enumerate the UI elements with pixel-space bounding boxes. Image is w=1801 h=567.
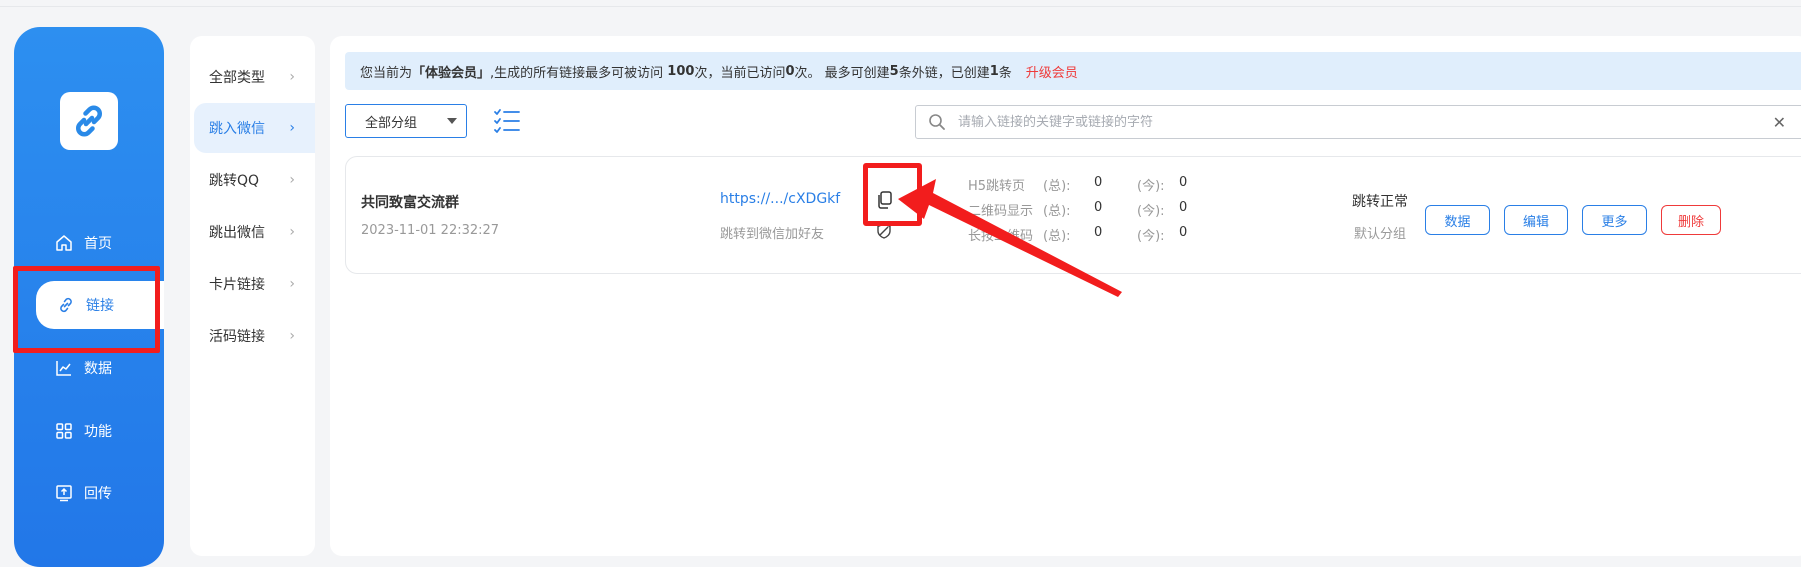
nav-item-label: 首页 (84, 236, 112, 252)
data-button[interactable]: 数据 (1425, 205, 1490, 235)
stat-today-label: (今): (1137, 179, 1165, 194)
chevron-right-icon: › (289, 276, 295, 292)
main-panel: 您当前为 「体验会员」 ,生成的所有链接最多可被访问 100 次，当前已访问 0 次。 最… (330, 36, 1801, 556)
home-icon (54, 233, 74, 253)
subnav-label: 全部类型 (209, 70, 265, 86)
caret-down-icon (447, 118, 457, 124)
subnav-item-qq[interactable]: 跳转QQ › (190, 155, 315, 205)
nav-item-label: 功能 (84, 424, 112, 440)
search-bar: ✕ (915, 105, 1801, 139)
created-count: 1 (989, 63, 999, 79)
notice-text: 条 (998, 65, 1012, 81)
notice-text: 次。 最多可创建 (794, 65, 890, 81)
stat-today-label: (今): (1137, 204, 1165, 219)
group-select[interactable]: 全部分组 (345, 104, 467, 138)
link-group: 默认分组 (1354, 227, 1407, 242)
stat-today-label: (今): (1137, 229, 1165, 244)
highlight-box-links (13, 266, 160, 353)
stat-today-value: 0 (1179, 200, 1188, 215)
notice-text: 次，当前已访问 (694, 65, 786, 81)
chart-icon (54, 358, 74, 378)
search-input[interactable] (956, 113, 1740, 131)
jump-status: 跳转正常 (1352, 194, 1408, 210)
notice-text: ,生成的所有链接最多可被访问 (490, 65, 668, 81)
search-icon (929, 114, 945, 130)
highlight-box-copy (863, 163, 922, 226)
chevron-right-icon: › (289, 172, 295, 188)
link-type-menu: 全部类型 › 跳入微信 › 跳转QQ › 跳出微信 › 卡片链接 › 活码链接 … (190, 36, 315, 556)
link-logo-icon (76, 105, 102, 137)
nav-item-features[interactable]: 功能 (34, 407, 164, 455)
stat-label: 二维码显示 (968, 204, 1034, 219)
stat-label: 长按二维码 (968, 229, 1034, 244)
membership-level: 「体验会员」 (412, 65, 491, 81)
max-links: 5 (889, 63, 899, 79)
stat-total-value: 0 (1094, 200, 1103, 215)
short-link[interactable]: https://.../cXDGkf (720, 191, 840, 207)
notice-text: 条外链，已创建 (898, 65, 990, 81)
app-logo[interactable] (60, 92, 118, 150)
subnav-label: 活码链接 (209, 329, 265, 345)
link-title: 共同致富交流群 (361, 195, 459, 211)
stat-total-value: 0 (1094, 225, 1103, 240)
subnav-label: 跳入微信 (209, 121, 265, 137)
clear-icon[interactable]: ✕ (1773, 113, 1786, 132)
edit-button[interactable]: 编辑 (1504, 205, 1568, 235)
checklist-icon[interactable] (493, 108, 521, 134)
subnav-item-card[interactable]: 卡片链接 › (190, 259, 315, 309)
grid-icon (54, 421, 74, 441)
delete-button[interactable]: 删除 (1661, 205, 1721, 235)
subnav-item-live-code[interactable]: 活码链接 › (190, 311, 315, 361)
subnav-item-out-wechat[interactable]: 跳出微信 › (190, 207, 315, 257)
membership-notice: 您当前为 「体验会员」 ,生成的所有链接最多可被访问 100 次，当前已访问 0 次。 最… (345, 52, 1801, 90)
more-button[interactable]: 更多 (1582, 205, 1647, 235)
stat-total-label: (总): (1043, 229, 1071, 244)
group-select-value: 全部分组 (365, 115, 418, 131)
top-divider (0, 6, 1801, 7)
link-created-date: 2023-11-01 22:32:27 (361, 223, 500, 238)
subnav-item-into-wechat[interactable]: 跳入微信 › (194, 103, 315, 153)
nav-item-label: 数据 (84, 361, 112, 377)
subnav-label: 跳出微信 (209, 225, 265, 241)
stat-total-label: (总): (1043, 204, 1071, 219)
nav-item-home[interactable]: 首页 (34, 219, 164, 267)
notice-text: 您当前为 (360, 65, 413, 81)
subnav-label: 卡片链接 (209, 277, 265, 293)
stat-label: H5跳转页 (968, 179, 1026, 194)
chevron-right-icon: › (289, 120, 295, 136)
subnav-label: 跳转QQ (209, 173, 260, 189)
stat-total-value: 0 (1094, 175, 1103, 190)
max-visits: 100 (667, 63, 695, 79)
upgrade-link[interactable]: 升级会员 (1026, 62, 1078, 81)
visited-count: 0 (785, 63, 795, 79)
stat-total-label: (总): (1043, 179, 1071, 194)
subnav-item-all[interactable]: 全部类型 › (190, 52, 315, 102)
nav-item-callback[interactable]: 回传 (34, 469, 164, 517)
chevron-right-icon: › (289, 328, 295, 344)
stat-today-value: 0 (1179, 225, 1188, 240)
link-card: 共同致富交流群 2023-11-01 22:32:27 https://.../… (345, 156, 1801, 274)
nav-item-label: 回传 (84, 486, 112, 502)
link-description: 跳转到微信加好友 (720, 227, 825, 242)
stat-today-value: 0 (1179, 175, 1188, 190)
chevron-right-icon: › (289, 224, 295, 240)
chevron-right-icon: › (289, 69, 295, 85)
upload-icon (54, 483, 74, 503)
